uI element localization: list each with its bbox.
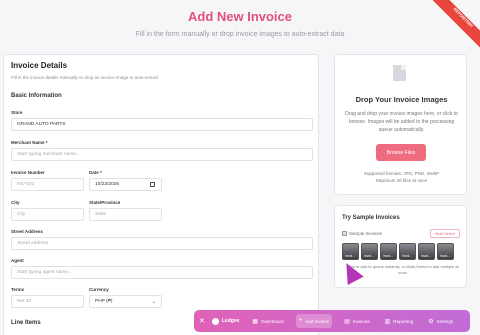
- nav-dashboard[interactable]: ▦ Dashboard: [249, 314, 286, 328]
- nav-label: Reporting: [393, 318, 414, 324]
- sample-thumbnail[interactable]: invoi...: [342, 243, 359, 260]
- sample-thumbnail[interactable]: invoi...: [437, 243, 454, 260]
- close-icon[interactable]: ✕: [199, 317, 205, 325]
- nav-brand[interactable]: Ledgee: [211, 317, 240, 325]
- street-field[interactable]: Street address: [11, 237, 313, 250]
- invoice-number-field[interactable]: INV-001: [11, 178, 84, 191]
- street-label: Street Address: [11, 229, 43, 234]
- sample-thumbnail[interactable]: invoi...: [380, 243, 397, 260]
- invoices-icon: ▤: [344, 318, 350, 325]
- sample-thumbnail[interactable]: invoi...: [361, 243, 378, 260]
- nav-reporting[interactable]: ▥ Reporting: [382, 314, 417, 328]
- nav-add-invoice[interactable]: + Add Invoice: [295, 314, 333, 328]
- multi-select-button[interactable]: Multi-Select: [430, 229, 460, 238]
- browse-files-button[interactable]: Browse Files: [376, 144, 426, 161]
- nav-label: Invoices: [352, 318, 370, 324]
- currency-value: PHP (₱): [95, 299, 113, 304]
- nav-label: Add Invoice: [305, 318, 330, 324]
- agent-field[interactable]: Start typing agent name...: [11, 266, 313, 279]
- sample-thumbnail[interactable]: invoi...: [418, 243, 435, 260]
- dashboard-icon: ▦: [252, 318, 259, 325]
- drop-footer: Supported formats: JPG, PNG, WebP Maximu…: [345, 170, 458, 184]
- nav-label: Dashboard: [261, 318, 284, 324]
- store-label: Store: [11, 110, 23, 115]
- bottom-nav: ✕ Ledgee ▦ Dashboard + Add Invoice ▤ Inv…: [194, 310, 470, 332]
- state-label: State/Province: [89, 200, 121, 205]
- date-label: Date *: [89, 170, 102, 175]
- reporting-icon: ▥: [384, 318, 391, 325]
- supported-formats: Supported formats: JPG, PNG, WebP: [363, 171, 440, 176]
- sample-checkbox-label: Sample Invoices: [349, 231, 383, 236]
- city-label: City: [11, 200, 20, 205]
- invoice-details-card: Invoice Details Fill in the invoice deta…: [3, 54, 319, 335]
- store-field[interactable]: GRAND AUTO PARTS: [11, 118, 313, 131]
- gear-icon: ⚙: [428, 318, 434, 325]
- line-items-title: Line Items: [11, 320, 41, 326]
- sample-title: Try Sample Invoices: [342, 215, 400, 221]
- drop-title: Drop Your Invoice Images: [355, 95, 448, 104]
- brand-label: Ledgee: [221, 318, 240, 324]
- max-files: Maximum 20 files at once: [375, 178, 428, 183]
- invoice-details-subtitle: Fill in the invoice details manually or …: [11, 75, 159, 80]
- date-value: 10/23/2025: [95, 182, 120, 187]
- drop-zone[interactable]: Drop Your Invoice Images Drag and drop y…: [334, 54, 467, 195]
- sample-thumbnail[interactable]: invoi...: [399, 243, 416, 260]
- currency-label: Currency: [89, 287, 109, 292]
- sample-checkbox[interactable]: [342, 231, 347, 236]
- plus-icon: +: [298, 318, 303, 324]
- terms-label: Terms: [11, 287, 25, 292]
- currency-select[interactable]: PHP (₱) ⌄: [89, 295, 162, 308]
- date-field[interactable]: 10/23/2025: [89, 178, 162, 191]
- sample-thumbnails: invoi... invoi... invoi... invoi... invo…: [342, 243, 466, 261]
- agent-label: Agent: [11, 258, 24, 263]
- invoice-details-title: Invoice Details: [11, 61, 68, 70]
- merchant-label: Merchant Name *: [11, 140, 48, 145]
- document-icon: [393, 65, 406, 81]
- merchant-field[interactable]: Start typing merchant name...: [11, 148, 313, 161]
- page-title: Add New Invoice: [187, 9, 293, 24]
- chevron-down-icon: ⌄: [151, 299, 156, 305]
- nav-invoices[interactable]: ▤ Invoices: [341, 314, 373, 328]
- basic-info-title: Basic Information: [11, 93, 62, 99]
- brand-logo-icon: [211, 317, 219, 325]
- nav-settings[interactable]: ⚙ Settings: [425, 314, 456, 328]
- nav-label: Settings: [436, 318, 454, 324]
- state-field[interactable]: State: [89, 208, 162, 221]
- page-subtitle: Fill in the form manually or drop invoic…: [135, 31, 345, 38]
- calendar-icon[interactable]: [150, 182, 155, 187]
- invoice-number-label: Invoice Number: [11, 170, 45, 175]
- drop-description: Drag and drop your invoice images here, …: [345, 111, 458, 133]
- city-field[interactable]: City: [11, 208, 84, 221]
- repository-ribbon[interactable]: REPOSITORY: [429, 0, 480, 52]
- terms-field[interactable]: Net 30: [11, 295, 84, 308]
